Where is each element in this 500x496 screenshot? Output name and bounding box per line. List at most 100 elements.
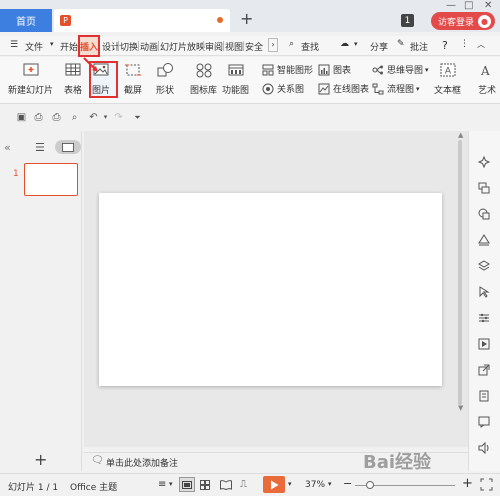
picture-icon bbox=[92, 62, 110, 78]
menu-insert[interactable]: 插入 bbox=[78, 35, 100, 57]
flowchart-button[interactable]: 流程图 ▾ bbox=[372, 82, 420, 95]
properties-icon[interactable] bbox=[477, 311, 491, 325]
menu-start[interactable]: 开始 bbox=[60, 40, 78, 53]
magic-icon[interactable] bbox=[477, 155, 491, 169]
collapse-panel-icon[interactable]: « bbox=[4, 141, 11, 154]
more-options-icon[interactable]: ⋮ bbox=[460, 39, 469, 49]
menu-switch[interactable]: 切换 bbox=[120, 40, 138, 53]
mindmap-button[interactable]: 思维导图 ▾ bbox=[372, 63, 429, 76]
zoom-slider-handle[interactable] bbox=[366, 481, 374, 489]
reading-view-icon[interactable] bbox=[220, 480, 232, 493]
picture-button-content[interactable]: 图片 bbox=[92, 62, 110, 96]
function-chart-button[interactable]: 功能图 bbox=[222, 62, 249, 96]
shape-button[interactable]: 形状 bbox=[156, 62, 174, 96]
speaker-view-icon[interactable]: ⎍ bbox=[240, 479, 247, 490]
volume-icon[interactable] bbox=[477, 441, 491, 455]
customize-toolbar-icon[interactable]: ⏷ bbox=[132, 112, 143, 123]
menu-file[interactable]: 文件 bbox=[25, 40, 43, 53]
notes-pane-icon[interactable] bbox=[477, 415, 491, 429]
layers-icon[interactable] bbox=[477, 259, 491, 273]
hamburger-icon[interactable]: ☰ bbox=[10, 40, 18, 50]
menu-search[interactable]: 查找 bbox=[301, 40, 319, 53]
more-menus-chevron-icon[interactable]: › bbox=[268, 38, 278, 52]
fill-icon[interactable] bbox=[477, 233, 491, 247]
print-icon[interactable]: ⎙ bbox=[51, 112, 62, 123]
textbox-button[interactable]: A 文本框 bbox=[434, 62, 461, 96]
annotate-icon[interactable]: ✎ bbox=[397, 39, 405, 49]
shape-icon bbox=[156, 62, 174, 78]
add-slide-button[interactable]: + bbox=[34, 450, 47, 469]
login-button[interactable]: 访客登录 ● bbox=[431, 12, 495, 30]
slide-counter: 幻灯片 1 / 1 bbox=[8, 483, 59, 493]
help-button[interactable]: ? bbox=[442, 39, 448, 52]
outline-view-icon[interactable]: ☰ bbox=[35, 141, 45, 154]
scroll-down-icon[interactable]: ▼ bbox=[458, 404, 463, 412]
scroll-up-icon[interactable]: ▲ bbox=[458, 131, 463, 139]
notes-toggle-icon[interactable]: ≡ bbox=[158, 479, 166, 490]
theme-name[interactable]: Office 主题 bbox=[70, 480, 117, 493]
cloud-icon[interactable]: ☁ bbox=[340, 39, 349, 49]
flowchart-icon bbox=[372, 83, 384, 95]
online-chart-button[interactable]: 在线图表 bbox=[318, 82, 369, 95]
tab-document[interactable]: P bbox=[54, 9, 230, 32]
zoom-dropdown-icon[interactable]: ▾ bbox=[328, 480, 332, 488]
redo-icon[interactable]: ↷ bbox=[113, 112, 124, 123]
play-dropdown-icon[interactable]: ▾ bbox=[288, 480, 292, 488]
tab-home[interactable]: 首页 bbox=[0, 9, 52, 32]
slide-view-toggle-icon[interactable] bbox=[55, 140, 81, 154]
chevron-down-icon[interactable]: ▾ bbox=[50, 40, 54, 48]
slide-canvas[interactable] bbox=[99, 193, 442, 386]
share-export-icon[interactable] bbox=[477, 363, 491, 377]
art-text-button[interactable]: A 艺术 bbox=[478, 62, 500, 96]
animation-pane-icon[interactable] bbox=[477, 337, 491, 351]
svg-text:A: A bbox=[480, 64, 490, 78]
menu-security[interactable]: 安全 bbox=[245, 40, 263, 53]
mindmap-dropdown-icon[interactable]: ▾ bbox=[425, 66, 429, 74]
notification-counter[interactable]: 1 bbox=[401, 14, 414, 27]
notes-placeholder[interactable]: 单击此处添加备注 bbox=[106, 456, 178, 469]
zoom-level[interactable]: 37% bbox=[305, 480, 325, 490]
shape-style-icon[interactable] bbox=[477, 207, 491, 221]
menu-review[interactable]: 审阅 bbox=[205, 40, 223, 53]
flowchart-dropdown-icon[interactable]: ▾ bbox=[416, 85, 420, 93]
menu-animation[interactable]: 动画 bbox=[140, 40, 158, 53]
select-icon[interactable] bbox=[477, 285, 491, 299]
collapse-ribbon-icon[interactable]: ︿ bbox=[477, 39, 485, 50]
replace-slide-icon[interactable] bbox=[477, 181, 491, 195]
output-pdf-icon[interactable]: ⎙ bbox=[33, 112, 44, 123]
icon-library-button[interactable]: 图标库 bbox=[190, 62, 217, 96]
relation-chart-button[interactable]: 关系图 bbox=[262, 82, 304, 95]
document-tools-icon[interactable] bbox=[477, 389, 491, 403]
screenshot-button[interactable]: 截屏 bbox=[124, 62, 142, 96]
chart-button[interactable]: 图表 bbox=[318, 63, 351, 76]
notes-dropdown-icon[interactable]: ▾ bbox=[169, 480, 173, 488]
icon-library-icon bbox=[195, 62, 213, 78]
menu-slideshow[interactable]: 幻灯片放映 bbox=[160, 40, 205, 53]
close-icon[interactable]: ✕ bbox=[484, 0, 492, 11]
undo-dropdown-icon[interactable]: ▾ bbox=[100, 112, 111, 123]
zoom-in-button[interactable]: + bbox=[462, 476, 473, 491]
screenshot-icon bbox=[124, 62, 142, 78]
annotate-button[interactable]: 批注 bbox=[410, 40, 428, 53]
play-slideshow-button[interactable] bbox=[263, 476, 285, 493]
save-icon[interactable]: ▣ bbox=[16, 112, 27, 123]
menu-view[interactable]: 视图 bbox=[225, 40, 243, 53]
new-slide-button[interactable]: 新建幻灯片 bbox=[8, 62, 53, 96]
fit-window-icon[interactable] bbox=[480, 478, 493, 494]
undo-icon[interactable]: ↶ bbox=[88, 112, 99, 123]
share-button[interactable]: 分享 bbox=[370, 40, 388, 53]
cloud-dropdown-icon[interactable]: ▾ bbox=[354, 40, 358, 48]
vertical-scrollbar[interactable] bbox=[458, 140, 462, 405]
search-icon[interactable]: ⌕ bbox=[289, 39, 294, 49]
new-tab-button[interactable]: + bbox=[240, 9, 253, 28]
icon-library-label: 图标库 bbox=[190, 86, 218, 96]
normal-view-icon[interactable] bbox=[179, 477, 195, 492]
table-button[interactable]: 表格 bbox=[64, 62, 82, 96]
smart-shape-button[interactable]: 智能图形 bbox=[262, 63, 313, 76]
slide-thumbnail[interactable] bbox=[24, 163, 78, 196]
maximize-icon[interactable]: □ bbox=[464, 0, 473, 11]
sorter-view-icon[interactable] bbox=[200, 480, 210, 493]
zoom-out-button[interactable]: − bbox=[343, 477, 352, 490]
minimize-icon[interactable]: — bbox=[446, 0, 456, 11]
print-preview-icon[interactable]: ⌕ bbox=[69, 112, 80, 123]
